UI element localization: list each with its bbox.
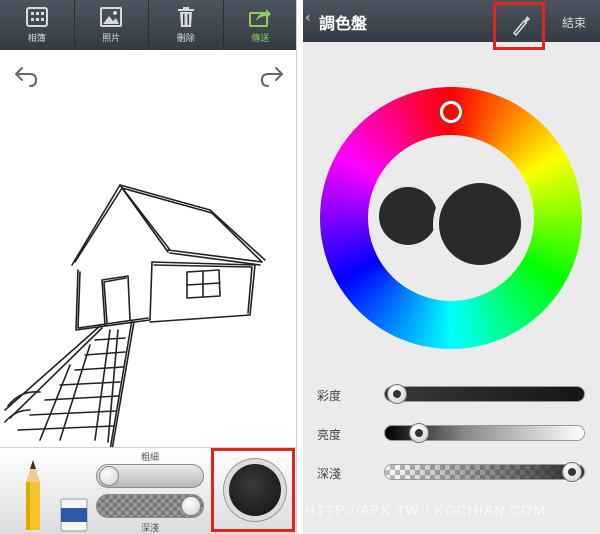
pencil-icon[interactable] xyxy=(22,460,44,530)
opacity-slider[interactable] xyxy=(384,462,585,482)
hue-knob[interactable] xyxy=(440,101,462,123)
eraser-icon[interactable] xyxy=(60,498,88,532)
palette-header: ‹ 調色盤 結束 xyxy=(303,0,600,50)
depth-slider-knob[interactable] xyxy=(181,496,201,516)
color-button-highlight xyxy=(211,448,295,532)
photo-button[interactable]: 照片 xyxy=(75,0,149,50)
share-icon xyxy=(249,9,272,27)
color-picker-button[interactable] xyxy=(229,464,281,516)
album-grid-icon xyxy=(25,7,48,27)
drawing-screen: 相簿 照片 刪除 傳送 粗細 深淺 xyxy=(0,0,297,534)
thickness-slider[interactable] xyxy=(96,464,204,488)
brightness-label: 亮度 xyxy=(317,428,342,442)
watermark: HTTP://APK.TW / KOCHIAN.COM xyxy=(305,502,546,518)
depth-slider[interactable] xyxy=(96,494,204,518)
eyedropper-icon[interactable] xyxy=(511,14,531,36)
drawing-canvas[interactable] xyxy=(0,170,297,450)
delete-label: 刪除 xyxy=(176,34,195,44)
saturation-slider[interactable] xyxy=(384,384,585,404)
thickness-label: 粗細 xyxy=(141,453,160,463)
color-wheel[interactable] xyxy=(320,87,582,349)
delete-button[interactable]: 刪除 xyxy=(149,0,224,50)
album-label: 相簿 xyxy=(27,34,46,44)
redo-icon[interactable] xyxy=(258,62,288,92)
thickness-slider-knob[interactable] xyxy=(99,466,119,486)
saturation-knob[interactable] xyxy=(387,384,407,404)
photo-label: 照片 xyxy=(102,34,121,44)
top-toolbar: 相簿 照片 刪除 傳送 xyxy=(0,0,297,50)
current-color-swatch xyxy=(433,177,527,271)
trash-icon xyxy=(177,7,194,27)
brightness-knob[interactable] xyxy=(409,423,429,443)
eyedropper-highlight xyxy=(493,2,545,50)
saturation-label: 彩度 xyxy=(317,389,342,403)
album-button[interactable]: 相簿 xyxy=(0,0,75,50)
opacity-knob[interactable] xyxy=(562,462,582,482)
send-label: 傳送 xyxy=(251,34,270,44)
photo-icon xyxy=(100,7,123,27)
undo-icon[interactable] xyxy=(10,62,40,92)
depth-label: 深淺 xyxy=(141,524,160,534)
send-button[interactable]: 傳送 xyxy=(224,0,297,50)
palette-screen: ‹ 調色盤 結束 彩度 亮度 深淺 xyxy=(303,0,600,534)
opacity-label: 深淺 xyxy=(317,467,342,481)
done-button[interactable]: 結束 xyxy=(562,14,586,31)
back-chevron-icon[interactable]: ‹ xyxy=(305,10,311,26)
brightness-slider[interactable] xyxy=(384,423,585,443)
palette-title: 調色盤 xyxy=(319,14,368,33)
previous-color-swatch xyxy=(379,187,437,245)
